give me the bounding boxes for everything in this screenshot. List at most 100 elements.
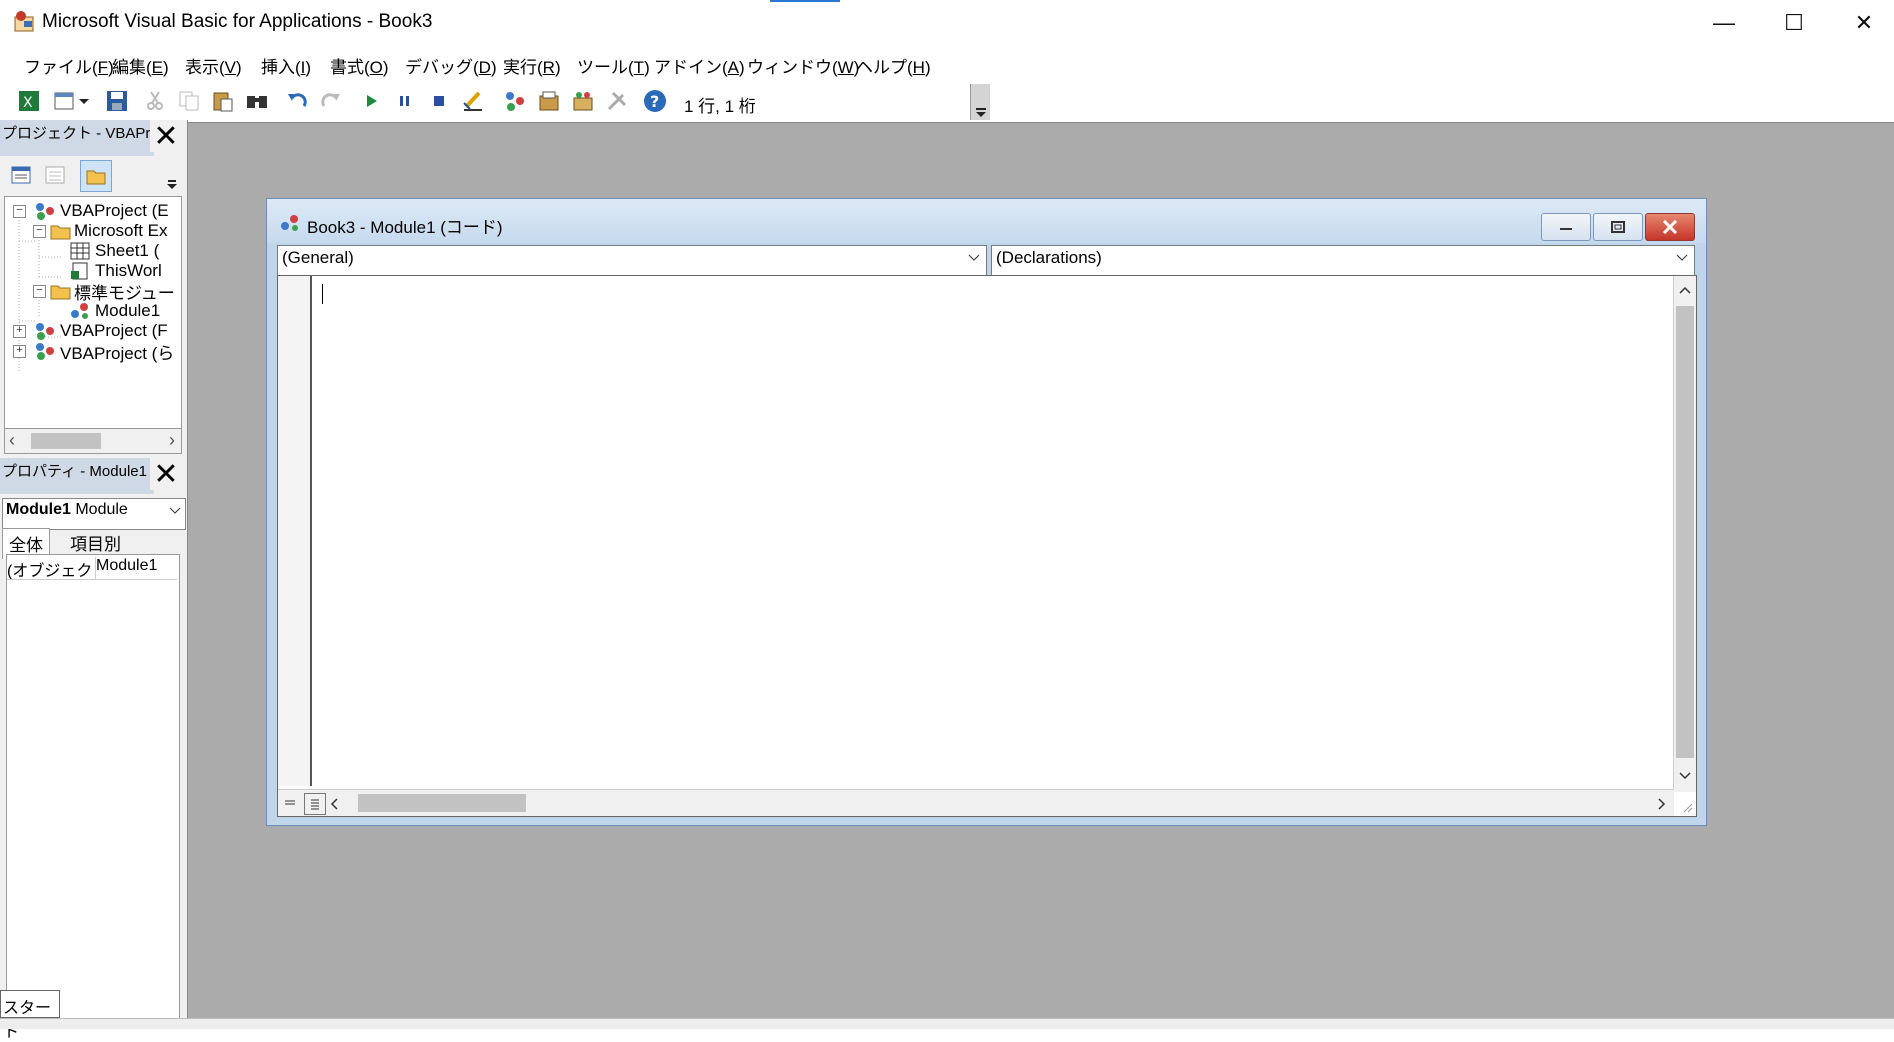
scroll-left-icon[interactable]: ‹ [9, 430, 15, 451]
object-combo[interactable]: (General) [277, 245, 987, 277]
undo-icon[interactable] [284, 88, 310, 114]
code-margin[interactable] [278, 276, 312, 786]
code-window-close-button[interactable] [1645, 213, 1695, 241]
start-tooltip: スタート [0, 990, 60, 1041]
menu-tools[interactable]: ツール(T) [577, 53, 650, 78]
run-icon[interactable] [358, 88, 384, 114]
chevron-down-icon[interactable] [1676, 252, 1688, 264]
toolbar-options-button[interactable] [970, 84, 990, 120]
procedure-combo-value: (Declarations) [996, 248, 1102, 267]
insert-userform-icon[interactable] [52, 88, 78, 114]
minimize-button[interactable]: — [1689, 0, 1759, 46]
tree-item-vbaproject-3[interactable]: + VBAProject (ら [13, 339, 174, 363]
title-bar: Microsoft Visual Basic for Applications … [0, 0, 1894, 46]
collapse-icon[interactable]: − [33, 284, 46, 298]
svg-text:X: X [23, 95, 33, 111]
vbaproject-icon [36, 323, 54, 340]
project-panel-title: プロジェクト - VBAProje [0, 120, 154, 156]
project-panel-close-icon[interactable]: ✕ [150, 120, 182, 153]
project-explorer-icon[interactable] [502, 88, 528, 114]
collapse-icon[interactable]: − [33, 224, 46, 238]
scroll-up-icon[interactable] [1679, 286, 1691, 296]
copy-icon[interactable] [176, 88, 202, 114]
view-code-icon[interactable] [6, 160, 36, 190]
properties-window-icon[interactable] [536, 88, 562, 114]
cursor-position-indicator: 1 行, 1 桁 [684, 97, 756, 116]
project-toolbar-more-icon[interactable] [164, 160, 180, 192]
menu-view[interactable]: 表示(V) [185, 53, 242, 78]
tree-label: Microsoft Ex [74, 221, 168, 240]
properties-tabs: 全体 項目別 [2, 528, 178, 559]
code-vscrollbar[interactable] [1673, 276, 1696, 792]
menu-addins[interactable]: アドイン(A) [654, 53, 745, 78]
insert-dropdown-icon[interactable] [76, 88, 92, 114]
collapse-icon[interactable]: − [13, 204, 26, 218]
vscroll-thumb[interactable] [1676, 306, 1694, 758]
project-tree-hscrollbar[interactable]: ‹ › [4, 428, 182, 454]
focus-accent-line [770, 0, 840, 2]
reset-icon[interactable] [426, 88, 452, 114]
menu-help[interactable]: ヘルプ(H) [856, 53, 931, 78]
menu-format[interactable]: 書式(O) [330, 53, 389, 78]
view-object-icon[interactable] [40, 160, 70, 190]
chevron-down-icon[interactable] [968, 252, 980, 264]
save-icon[interactable] [104, 88, 130, 114]
scroll-left-icon[interactable] [330, 798, 340, 810]
find-icon[interactable] [244, 88, 270, 114]
properties-panel-close-icon[interactable]: ✕ [150, 458, 182, 491]
chevron-down-icon[interactable] [169, 506, 181, 516]
svg-text:?: ? [650, 92, 659, 111]
procedure-combo[interactable]: (Declarations) [991, 245, 1695, 277]
property-key: (オブジェクト名) [7, 557, 96, 579]
paste-icon[interactable] [210, 88, 236, 114]
properties-object-select[interactable]: Module1 Module [2, 498, 186, 530]
procedure-view-icon[interactable] [280, 793, 300, 813]
expand-icon[interactable]: + [13, 324, 26, 338]
scroll-down-icon[interactable] [1679, 770, 1691, 780]
property-row-name[interactable]: (オブジェクト名)Module1 [7, 557, 177, 580]
project-tree[interactable]: − VBAProject (E − Microsoft Ex Sheet1 ( … [4, 196, 182, 450]
vbaproject-icon [36, 203, 54, 220]
code-window-minimize-button[interactable] [1541, 213, 1591, 241]
status-strip [0, 1018, 1894, 1029]
properties-grid: (オブジェクト名)Module1 [6, 554, 180, 1020]
toggle-folders-icon[interactable] [80, 160, 112, 192]
code-window-titlebar[interactable]: Book3 - Module1 (コード) [267, 199, 1706, 243]
hscroll-thumb[interactable] [358, 794, 526, 812]
left-dock: プロジェクト - VBAProje ✕ − VBAProject (E − Mi… [0, 120, 188, 1020]
menu-window[interactable]: ウィンドウ(W) [747, 53, 859, 78]
scroll-right-icon[interactable]: › [169, 430, 175, 451]
scroll-right-icon[interactable] [1656, 798, 1666, 810]
object-browser-icon[interactable] [570, 88, 596, 114]
property-value[interactable]: Module1 [96, 557, 157, 574]
scroll-thumb[interactable] [31, 433, 101, 449]
code-window: Book3 - Module1 (コード) (General) (Declara… [266, 198, 1707, 826]
full-module-view-icon[interactable] [304, 793, 326, 815]
code-editor[interactable] [277, 275, 1697, 817]
standard-toolbar: X ? 1 行, 1 桁 [0, 84, 990, 120]
code-window-title: Book3 - Module1 (コード) [307, 218, 503, 237]
expand-icon[interactable]: + [13, 344, 26, 358]
excel-icon[interactable]: X [16, 88, 42, 114]
menu-run[interactable]: 実行(R) [503, 53, 561, 78]
close-button[interactable]: ✕ [1829, 0, 1894, 46]
cut-icon[interactable] [142, 88, 168, 114]
redo-icon[interactable] [318, 88, 344, 114]
code-window-restore-button[interactable] [1593, 213, 1643, 241]
object-combo-value: (General) [282, 248, 354, 267]
help-icon[interactable]: ? [642, 88, 668, 114]
tree-label: Module1 [95, 301, 161, 320]
module-icon [71, 303, 88, 319]
toolbox-icon[interactable] [604, 88, 630, 114]
code-hscrollbar[interactable] [278, 789, 1674, 816]
menu-insert[interactable]: 挿入(I) [261, 53, 311, 78]
resize-grip-icon[interactable] [1680, 800, 1694, 814]
menu-debug[interactable]: デバッグ(D) [405, 53, 497, 78]
menu-edit[interactable]: 編集(E) [112, 53, 169, 78]
break-icon[interactable] [392, 88, 418, 114]
maximize-button[interactable]: ☐ [1759, 0, 1829, 46]
menu-bar: ファイル(F) 編集(E) 表示(V) 挿入(I) 書式(O) デバッグ(D) … [0, 48, 1894, 80]
properties-panel-title: プロパティ - Module1 [0, 458, 154, 494]
design-mode-icon[interactable] [460, 88, 486, 114]
menu-file[interactable]: ファイル(F) [24, 53, 114, 78]
